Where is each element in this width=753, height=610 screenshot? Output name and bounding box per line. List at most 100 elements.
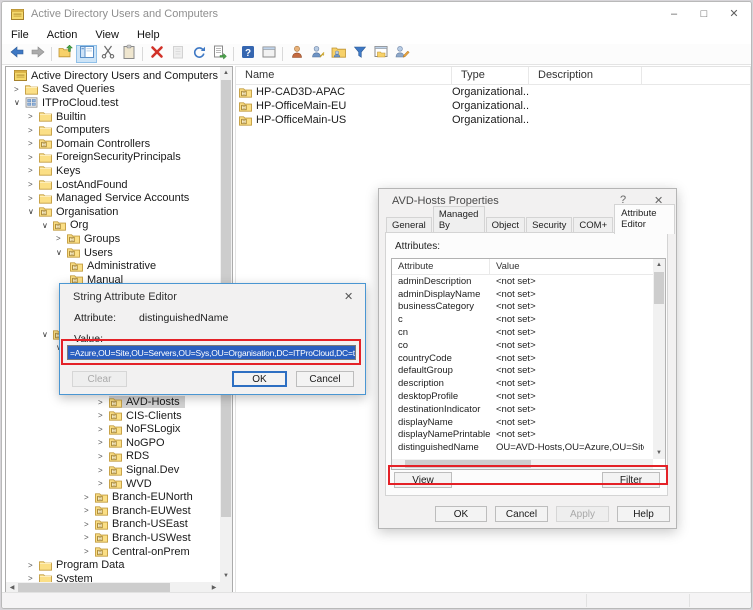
expanded-chevron-icon[interactable]: ∨	[42, 221, 53, 230]
close-button[interactable]: ✕	[719, 2, 749, 26]
expanded-chevron-icon[interactable]: ∨	[56, 248, 67, 257]
column-header-description[interactable]: Description	[529, 67, 642, 84]
tree-item-content[interactable]: Users	[67, 247, 118, 259]
filter-button[interactable]: Filter	[602, 472, 660, 488]
tree-item-content[interactable]: Groups	[67, 233, 125, 245]
column-header-name[interactable]: Name	[236, 67, 452, 84]
tree-item-active-directory-users-and-computers-ads01-iti[interactable]: Active Directory Users and Computers [AD…	[6, 69, 220, 83]
tree-item-content[interactable]: Administrative	[70, 260, 161, 272]
tree-item-managed-service-accounts[interactable]: >Managed Service Accounts	[6, 191, 220, 205]
tree-item-content[interactable]: Keys	[39, 165, 85, 177]
menu-action[interactable]: Action	[38, 29, 87, 41]
tree-item-content[interactable]: Central-onPrem	[95, 546, 195, 558]
attribute-row-admindescription[interactable]: adminDescription<not set>	[392, 275, 665, 288]
attribute-row-cn[interactable]: cn<not set>	[392, 326, 665, 339]
collapsed-chevron-icon[interactable]: >	[84, 520, 95, 529]
tree-item-content[interactable]: LostAndFound	[39, 179, 133, 191]
collapsed-chevron-icon[interactable]: >	[56, 234, 67, 243]
tree-item-content[interactable]: Program Data	[39, 559, 129, 571]
tree-item-content[interactable]: Branch-EUNorth	[95, 491, 198, 503]
properties-button[interactable]	[167, 45, 188, 63]
up-one-level-button[interactable]	[55, 45, 76, 63]
set-filter-button[interactable]	[349, 45, 370, 63]
attribute-row-co[interactable]: co<not set>	[392, 339, 665, 352]
collapsed-chevron-icon[interactable]: >	[28, 126, 39, 135]
tab-general[interactable]: General	[386, 217, 432, 233]
collapsed-chevron-icon[interactable]: >	[84, 547, 95, 556]
collapsed-chevron-icon[interactable]: >	[28, 180, 39, 189]
new-ou-button[interactable]	[370, 45, 391, 63]
attribute-row-displaynameprintable[interactable]: displayNamePrintable<not set>	[392, 429, 665, 442]
tree-item-builtin[interactable]: >Builtin	[6, 110, 220, 124]
tree-item-system[interactable]: >System	[6, 572, 220, 582]
expanded-chevron-icon[interactable]: ∨	[28, 207, 39, 216]
tree-item-content[interactable]: Org	[53, 219, 93, 231]
dialog-close-icon[interactable]: ✕	[344, 290, 353, 303]
menu-file[interactable]: File	[2, 29, 38, 41]
collapsed-chevron-icon[interactable]: >	[28, 574, 39, 582]
ok-button[interactable]: OK	[435, 506, 487, 522]
collapsed-chevron-icon[interactable]: >	[98, 398, 109, 407]
tree-item-itprocloud-test[interactable]: ∨ITProCloud.test	[6, 96, 220, 110]
list-item-hp-officemain-us[interactable]: HP-OfficeMain-USOrganizational...	[236, 113, 750, 127]
new-group-button[interactable]	[328, 45, 349, 63]
attribute-row-displayname[interactable]: displayName<not set>	[392, 416, 665, 429]
attribute-row-admindisplayname[interactable]: adminDisplayName<not set>	[392, 288, 665, 301]
collapsed-chevron-icon[interactable]: >	[28, 112, 39, 121]
tree-item-rds[interactable]: >RDS	[6, 450, 220, 464]
list-item-hp-officemain-eu[interactable]: HP-OfficeMain-EUOrganizational...	[236, 99, 750, 113]
tree-item-signal-dev[interactable]: >Signal.Dev	[6, 463, 220, 477]
attr-vscroll-thumb[interactable]	[654, 272, 664, 304]
attribute-row-businesscategory[interactable]: businessCategory<not set>	[392, 301, 665, 314]
maximize-button[interactable]: □	[689, 2, 719, 26]
scroll-down-icon[interactable]: ▼	[220, 570, 232, 582]
minimize-button[interactable]: –	[659, 2, 689, 26]
attribute-row-countrycode[interactable]: countryCode<not set>	[392, 352, 665, 365]
collapsed-chevron-icon[interactable]: >	[84, 506, 95, 515]
scroll-up-icon[interactable]: ▲	[653, 259, 665, 271]
tree-item-content[interactable]: ITProCloud.test	[25, 97, 123, 109]
collapsed-chevron-icon[interactable]: >	[28, 139, 39, 148]
tree-item-cis-clients[interactable]: >CIS-Clients	[6, 409, 220, 423]
expanded-chevron-icon[interactable]: ∨	[14, 98, 25, 107]
tree-item-content[interactable]: Builtin	[39, 111, 91, 123]
scroll-up-icon[interactable]: ▲	[220, 67, 232, 79]
menu-view[interactable]: View	[86, 29, 128, 41]
tree-item-content[interactable]: Branch-USWest	[95, 532, 196, 544]
apply-button[interactable]: Apply	[556, 506, 609, 522]
tree-item-saved-queries[interactable]: >Saved Queries	[6, 83, 220, 97]
refresh-button[interactable]	[188, 45, 209, 63]
window-button[interactable]	[258, 45, 279, 63]
tree-item-content[interactable]: Computers	[39, 124, 115, 136]
tree-item-content[interactable]: NoFSLogix	[109, 423, 185, 435]
attribute-row-desktopprofile[interactable]: desktopProfile<not set>	[392, 390, 665, 403]
collapsed-chevron-icon[interactable]: >	[84, 493, 95, 502]
tree-item-content[interactable]: Branch-USEast	[95, 518, 193, 530]
attribute-row-destinationindicator[interactable]: destinationIndicator<not set>	[392, 403, 665, 416]
attributes-vertical-scrollbar[interactable]: ▲ ▼	[653, 259, 665, 459]
tree-item-nofslogix[interactable]: >NoFSLogix	[6, 422, 220, 436]
tab-managed-by[interactable]: Managed By	[433, 206, 485, 233]
back-button[interactable]	[6, 45, 27, 63]
tree-item-content[interactable]: Signal.Dev	[109, 464, 184, 476]
tree-item-content[interactable]: WVD	[109, 478, 157, 490]
tree-item-content[interactable]: AVD-Hosts	[109, 396, 185, 408]
tree-item-wvd[interactable]: >WVD	[6, 477, 220, 491]
cancel-button[interactable]: Cancel	[495, 506, 548, 522]
cut-button[interactable]	[97, 45, 118, 63]
collapsed-chevron-icon[interactable]: >	[98, 479, 109, 488]
cancel-button[interactable]: Cancel	[296, 371, 354, 387]
tree-item-org[interactable]: ∨Org	[6, 219, 220, 233]
list-item-hp-cad3d-apac[interactable]: HP-CAD3D-APACOrganizational...	[236, 85, 750, 99]
help-button[interactable]: Help	[617, 506, 670, 522]
collapsed-chevron-icon[interactable]: >	[98, 411, 109, 420]
collapsed-chevron-icon[interactable]: >	[98, 425, 109, 434]
collapsed-chevron-icon[interactable]: >	[28, 166, 39, 175]
attribute-row-distinguishedname[interactable]: distinguishedNameOU=AVD-Hosts,OU=Azure,O…	[392, 441, 665, 454]
value-column-header[interactable]: Value	[490, 259, 520, 274]
attribute-row-c[interactable]: c<not set>	[392, 313, 665, 326]
delete-button[interactable]	[146, 45, 167, 63]
tree-item-keys[interactable]: >Keys	[6, 164, 220, 178]
tree-item-central-onprem[interactable]: >Central-onPrem	[6, 545, 220, 559]
collapsed-chevron-icon[interactable]: >	[84, 533, 95, 542]
